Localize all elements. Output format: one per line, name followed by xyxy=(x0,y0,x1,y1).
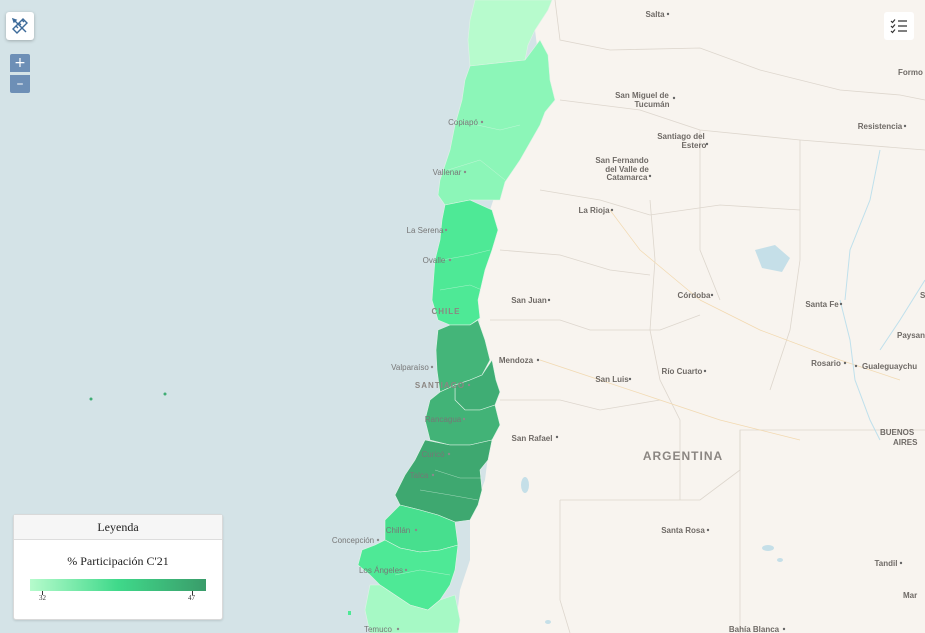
city-dot xyxy=(672,96,676,100)
label-mendoza: Mendoza xyxy=(499,356,534,365)
city-dot xyxy=(666,12,670,16)
label-san-miguel-1: San Miguel de xyxy=(615,91,669,100)
legend-title: Leyenda xyxy=(14,515,222,540)
city-dot xyxy=(610,208,614,212)
legend-min-label: 32 xyxy=(39,594,46,602)
city-dot xyxy=(628,377,632,381)
label-santiago-estero-2: Estero xyxy=(682,141,707,150)
label-cordoba: Córdoba xyxy=(678,291,711,300)
city-dot xyxy=(648,174,652,178)
label-santa-fe: Santa Fe xyxy=(805,300,839,309)
label-san-fernando-3: Catamarca xyxy=(607,173,648,182)
label-resistencia: Resistencia xyxy=(858,122,903,131)
label-temuco: Temuco xyxy=(364,625,393,633)
label-gualeguaychu: Gualeguaychu xyxy=(862,362,917,371)
city-dot xyxy=(448,258,452,262)
label-buenos-aires-1: BUENOS xyxy=(880,428,915,437)
city-dot xyxy=(414,528,418,532)
city-dot xyxy=(710,293,714,297)
zoom-in-button[interactable]: + xyxy=(10,54,30,72)
label-rio-cuarto: Río Cuarto xyxy=(662,367,703,376)
city-dot xyxy=(555,435,559,439)
city-dot xyxy=(430,365,434,369)
city-dot xyxy=(480,120,484,124)
city-dot xyxy=(903,124,907,128)
label-rancagua: Rancagua xyxy=(425,415,462,424)
label-paysandu: Paysan xyxy=(897,331,925,340)
label-chile: CHILE xyxy=(432,307,461,316)
city-dot xyxy=(839,302,843,306)
label-santiago: SANTIAGO xyxy=(415,381,465,390)
label-argentina: ARGENTINA xyxy=(643,449,723,463)
label-copiapo: Copiapó xyxy=(448,118,478,127)
layer-list-button[interactable] xyxy=(884,12,914,40)
label-curico: Curicó xyxy=(421,450,445,459)
city-dot xyxy=(854,364,858,368)
label-san-juan: San Juan xyxy=(511,296,547,305)
label-tandil: Tandil xyxy=(875,559,898,568)
label-salta: Salta xyxy=(645,10,665,19)
label-s-edge: S xyxy=(920,291,925,300)
label-mar: Mar xyxy=(903,591,917,600)
label-ovalle: Ovalle xyxy=(423,256,446,265)
city-dot xyxy=(444,228,448,232)
label-vallenar: Vallenar xyxy=(433,168,462,177)
city-dot xyxy=(536,358,540,362)
city-dot xyxy=(467,383,471,387)
label-concepcion: Concepción xyxy=(332,536,374,545)
label-valparaiso: Valparaíso xyxy=(391,363,429,372)
measure-tool-button[interactable] xyxy=(6,12,34,40)
city-dot xyxy=(447,452,451,456)
label-los-angeles: Los Ángeles xyxy=(359,566,403,575)
label-san-luis: San Luis xyxy=(595,375,629,384)
city-dot xyxy=(899,561,903,565)
label-chillan: Chillán xyxy=(386,526,410,535)
checklist-icon xyxy=(890,19,907,34)
city-dot xyxy=(706,528,710,532)
city-dot xyxy=(462,417,466,421)
ruler-pencil-icon xyxy=(11,17,28,34)
label-bahia-blanca: Bahía Blanca xyxy=(729,625,780,633)
label-san-miguel-2: Tucumán xyxy=(635,100,670,109)
label-rosario: Rosario xyxy=(811,359,841,368)
label-la-rioja: La Rioja xyxy=(578,206,610,215)
city-dot xyxy=(463,170,467,174)
city-dot xyxy=(404,568,408,572)
city-dot xyxy=(705,142,709,146)
zoom-out-button[interactable]: – xyxy=(10,75,30,93)
label-talca: Talca xyxy=(410,471,429,480)
city-dot xyxy=(782,627,786,631)
city-dot xyxy=(376,538,380,542)
legend-panel: Leyenda % Participación C'21 32 47 xyxy=(13,514,223,620)
city-dot xyxy=(431,473,435,477)
label-san-rafael: San Rafael xyxy=(512,434,553,443)
legend-max-label: 47 xyxy=(188,594,195,602)
city-dot xyxy=(547,298,551,302)
label-santa-rosa: Santa Rosa xyxy=(661,526,705,535)
label-buenos-aires-2: AIRES xyxy=(893,438,918,447)
island-mocha xyxy=(348,611,351,615)
city-dot xyxy=(703,369,707,373)
legend-variable-label: % Participación C'21 xyxy=(67,554,169,568)
city-dot xyxy=(843,361,847,365)
legend-color-ramp xyxy=(30,579,206,591)
label-santiago-estero-1: Santiago del xyxy=(657,132,705,141)
city-dot xyxy=(396,627,400,631)
label-la-serena: La Serena xyxy=(407,226,444,235)
label-formosa: Formo xyxy=(898,68,923,77)
label-san-fernando-1: San Fernando xyxy=(595,156,648,165)
